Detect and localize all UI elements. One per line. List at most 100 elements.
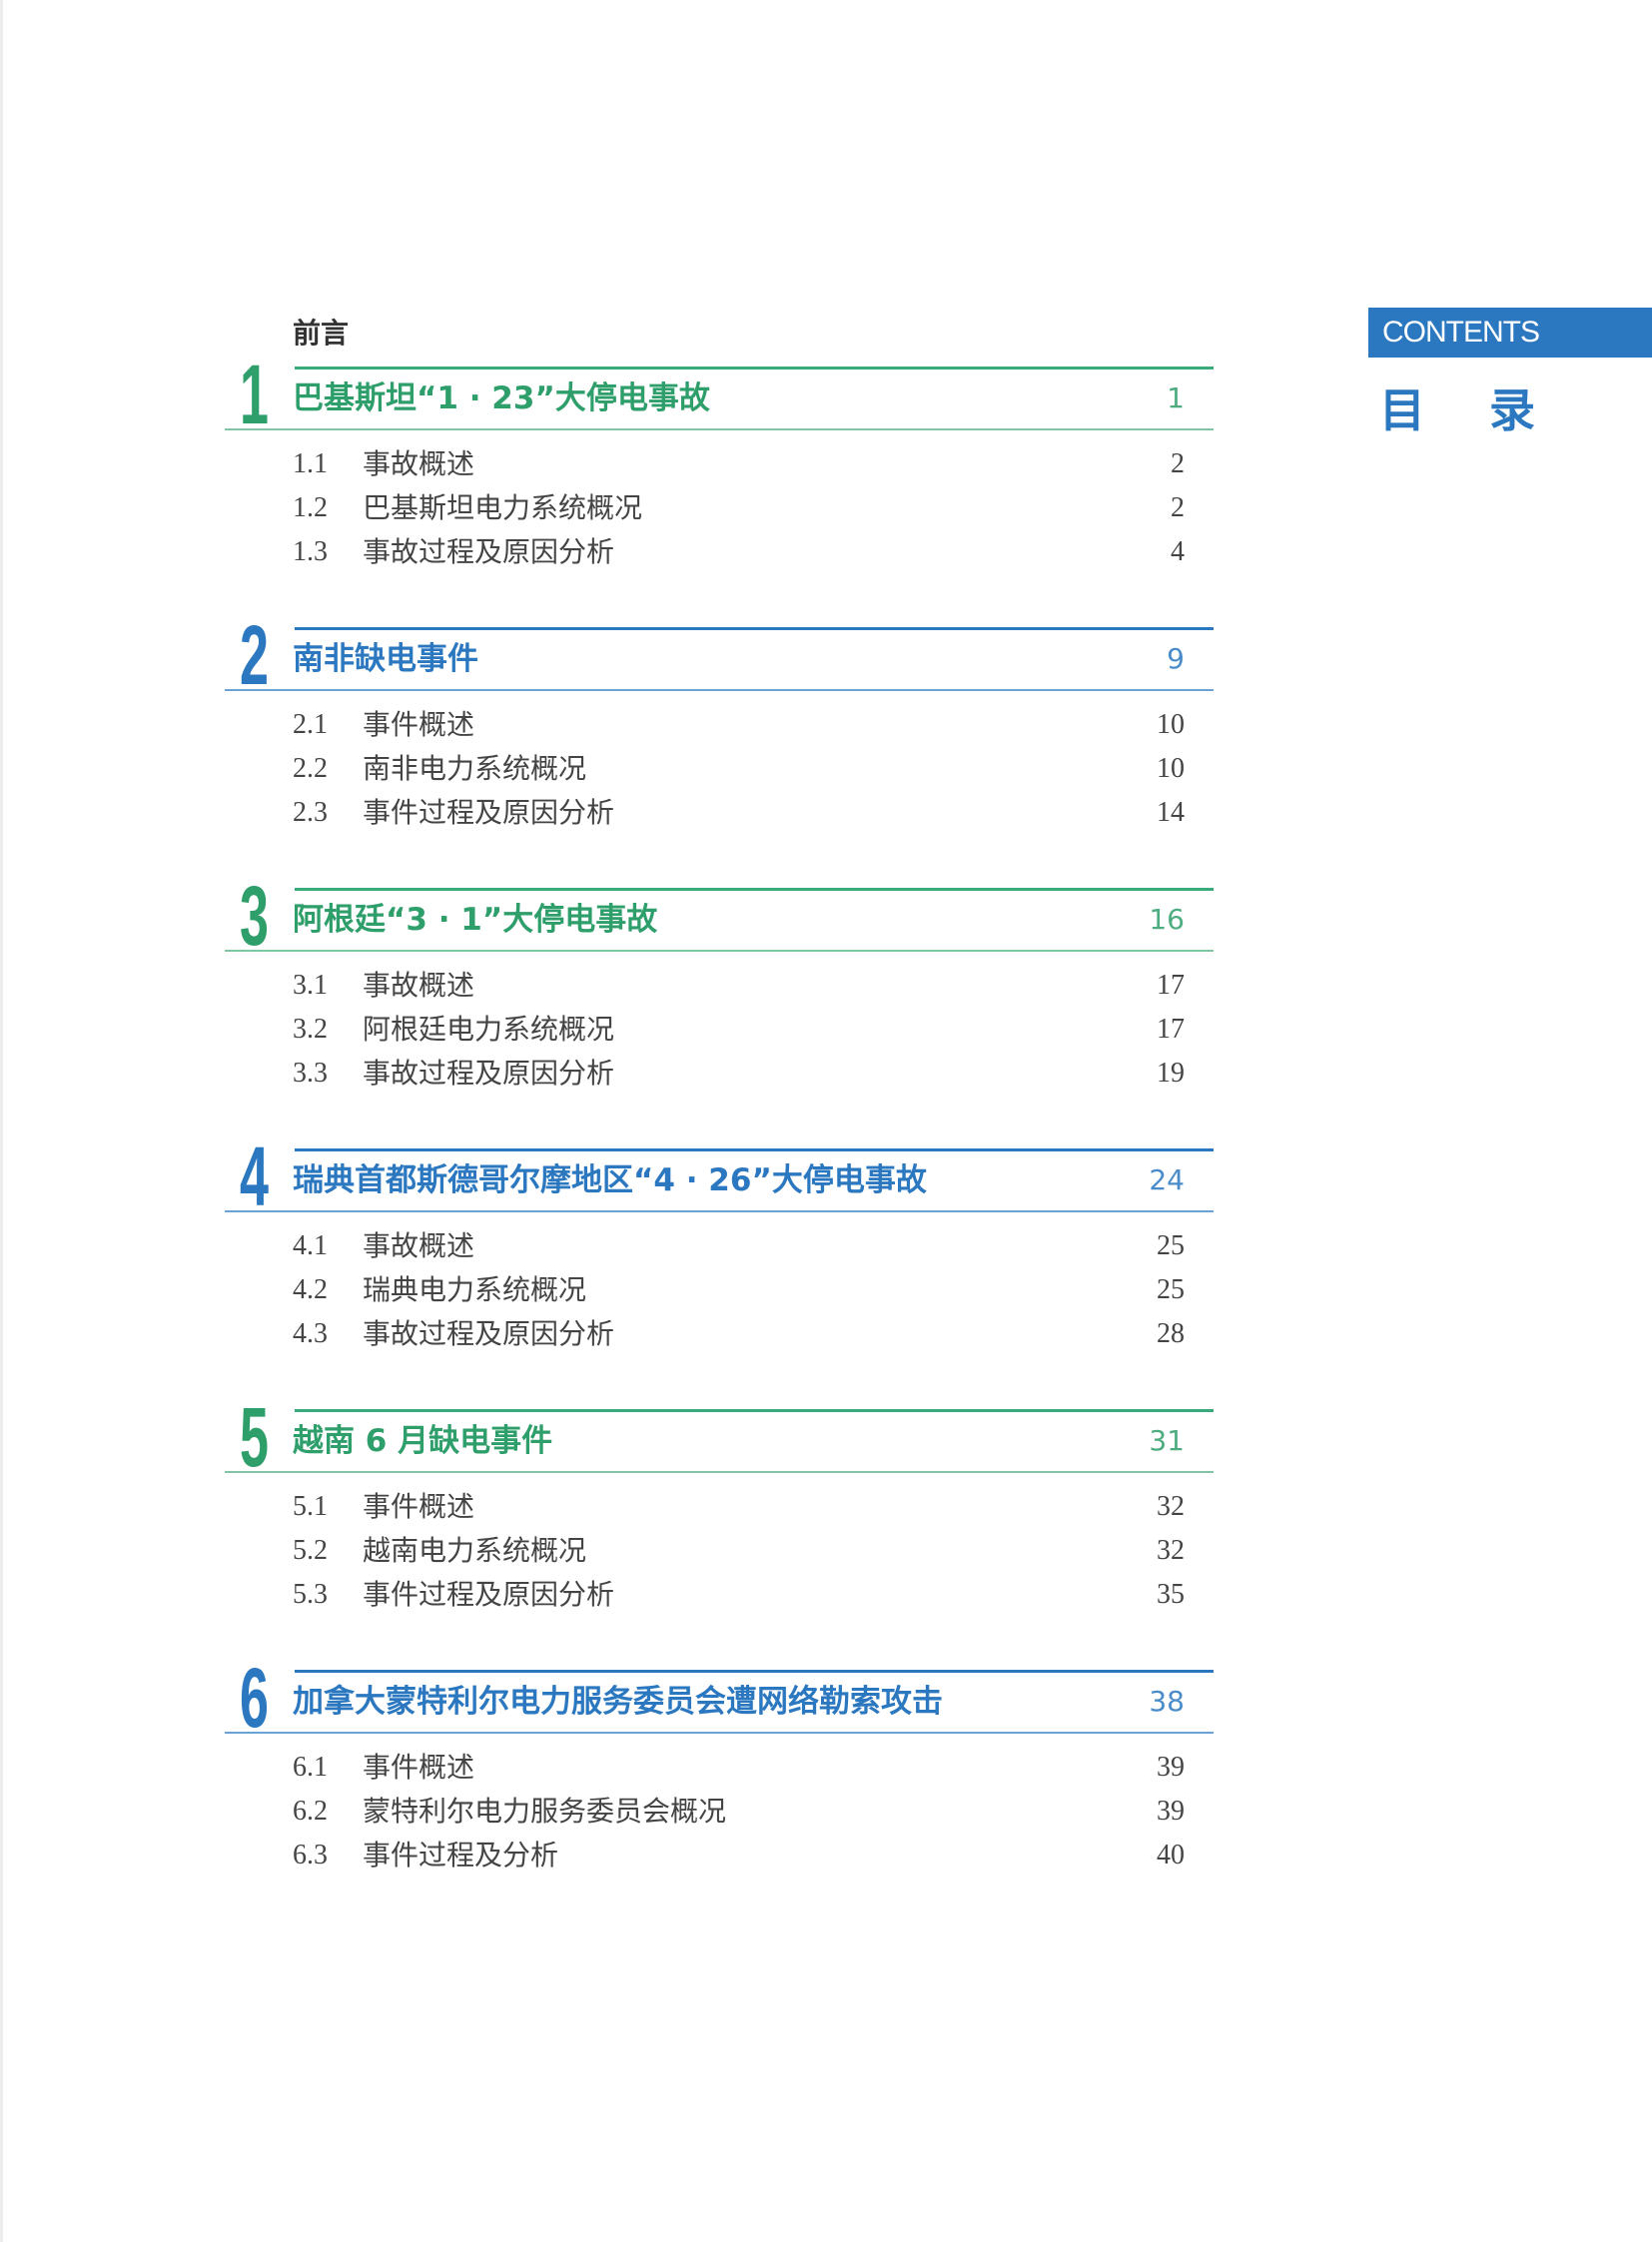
toc-section-6-3[interactable]: 6.3 事件过程及分析 40 <box>0 1836 1239 1879</box>
chapter-page-number: 38 <box>1149 1685 1185 1718</box>
section-number: 5.3 <box>293 1579 328 1610</box>
chapter-top-rule <box>295 1148 1214 1151</box>
section-number: 1.2 <box>293 492 328 523</box>
section-list: 2.1 事件概述 10 2.2 南非电力系统概况 10 2.3 事件过程及原因分析 14 <box>0 705 1239 837</box>
chapter-number: 3 <box>240 869 269 963</box>
section-page-number: 25 <box>1157 1274 1185 1305</box>
chapter-title[interactable]: 巴基斯坦“1 · 23”大停电事故 <box>293 378 710 418</box>
section-number: 3.1 <box>293 970 328 1001</box>
section-title: 事故过程及原因分析 <box>363 535 615 568</box>
toc-section-5-2[interactable]: 5.2 越南电力系统概况 32 <box>0 1531 1239 1575</box>
chapter-top-rule <box>295 1409 1214 1412</box>
toc-section-2-2[interactable]: 2.2 南非电力系统概况 10 <box>0 749 1239 793</box>
chapter-top-rule <box>295 627 1214 630</box>
chapter-number: 5 <box>240 1390 269 1484</box>
section-page-number: 39 <box>1157 1796 1185 1827</box>
section-number: 6.2 <box>293 1796 328 1827</box>
section-title: 蒙特利尔电力服务委员会概况 <box>363 1795 727 1828</box>
section-title: 事件概述 <box>363 1751 475 1784</box>
chapter-number: 2 <box>240 608 269 702</box>
toc-section-1-3[interactable]: 1.3 事故过程及原因分析 4 <box>0 532 1239 576</box>
chapter-page-number: 1 <box>1167 381 1185 414</box>
toc-section-4-1[interactable]: 4.1 事故概述 25 <box>0 1226 1239 1270</box>
section-page-number: 25 <box>1157 1230 1185 1261</box>
section-page-number: 4 <box>1171 536 1185 567</box>
toc-section-5-3[interactable]: 5.3 事件过程及原因分析 35 <box>0 1575 1239 1619</box>
section-page-number: 32 <box>1157 1491 1185 1522</box>
section-list: 6.1 事件概述 39 6.2 蒙特利尔电力服务委员会概况 39 6.3 事件过程及分析 40 <box>0 1748 1239 1879</box>
section-number: 2.2 <box>293 753 328 784</box>
section-title: 事件概述 <box>363 1490 475 1523</box>
chapter-number: 6 <box>240 1651 269 1745</box>
chapter-number: 4 <box>240 1129 269 1223</box>
chapter-bottom-rule <box>225 950 1214 952</box>
chapter-bottom-rule <box>225 689 1214 691</box>
toc-section-6-2[interactable]: 6.2 蒙特利尔电力服务委员会概况 39 <box>0 1792 1239 1836</box>
section-list: 5.1 事件概述 32 5.2 越南电力系统概况 32 5.3 事件过程及原因分析 35 <box>0 1487 1239 1619</box>
chapter-bottom-rule <box>225 1732 1214 1734</box>
section-page-number: 10 <box>1157 753 1185 784</box>
toc-section-1-2[interactable]: 1.2 巴基斯坦电力系统概况 2 <box>0 488 1239 532</box>
toc-section-3-1[interactable]: 3.1 事故概述 17 <box>0 966 1239 1010</box>
chapter-number: 1 <box>240 348 269 441</box>
chapter-page-number: 16 <box>1149 903 1185 936</box>
section-number: 3.3 <box>293 1058 328 1089</box>
section-title: 事故概述 <box>363 1229 475 1262</box>
section-number: 6.3 <box>293 1840 328 1870</box>
page-edge <box>0 0 3 2242</box>
toc-entry-preface[interactable]: 前言 <box>293 312 349 352</box>
section-number: 1.3 <box>293 536 328 567</box>
section-page-number: 17 <box>1157 1014 1185 1045</box>
section-title: 瑞典电力系统概况 <box>363 1273 587 1306</box>
section-title: 越南电力系统概况 <box>363 1534 587 1567</box>
section-page-number: 17 <box>1157 970 1185 1001</box>
toc-section-4-3[interactable]: 4.3 事故过程及原因分析 28 <box>0 1314 1239 1358</box>
section-number: 6.1 <box>293 1752 328 1783</box>
section-title: 阿根廷电力系统概况 <box>363 1013 615 1046</box>
chapter-bottom-rule <box>225 1471 1214 1473</box>
section-title: 巴基斯坦电力系统概况 <box>363 491 643 524</box>
chapter-title[interactable]: 越南 6 月缺电事件 <box>293 1421 552 1461</box>
chapter-title[interactable]: 南非缺电事件 <box>293 639 478 679</box>
section-title: 事件概述 <box>363 708 475 741</box>
section-list: 3.1 事故概述 17 3.2 阿根廷电力系统概况 17 3.3 事故过程及原因分析 19 <box>0 966 1239 1098</box>
section-title: 事故概述 <box>363 969 475 1002</box>
toc-section-1-1[interactable]: 1.1 事故概述 2 <box>0 444 1239 488</box>
section-page-number: 10 <box>1157 709 1185 740</box>
toc-title: 目 录 <box>1379 383 1560 437</box>
toc-section-6-1[interactable]: 6.1 事件概述 39 <box>0 1748 1239 1792</box>
section-page-number: 32 <box>1157 1535 1185 1566</box>
toc-section-3-2[interactable]: 3.2 阿根廷电力系统概况 17 <box>0 1010 1239 1054</box>
section-page-number: 39 <box>1157 1752 1185 1783</box>
section-title: 事故过程及原因分析 <box>363 1057 615 1090</box>
section-page-number: 19 <box>1157 1058 1185 1089</box>
section-number: 1.1 <box>293 448 328 479</box>
chapter-page-number: 31 <box>1149 1424 1185 1457</box>
chapter-title[interactable]: 加拿大蒙特利尔电力服务委员会遭网络勒索攻击 <box>293 1682 943 1722</box>
chapter-top-rule <box>295 888 1214 891</box>
toc-section-3-3[interactable]: 3.3 事故过程及原因分析 19 <box>0 1054 1239 1098</box>
section-number: 2.1 <box>293 709 328 740</box>
toc-section-5-1[interactable]: 5.1 事件概述 32 <box>0 1487 1239 1531</box>
toc-section-2-1[interactable]: 2.1 事件概述 10 <box>0 705 1239 749</box>
chapter-title[interactable]: 阿根廷“3 · 1”大停电事故 <box>293 900 657 940</box>
section-title: 事件过程及原因分析 <box>363 1578 615 1611</box>
toc-section-4-2[interactable]: 4.2 瑞典电力系统概况 25 <box>0 1270 1239 1314</box>
section-number: 3.2 <box>293 1014 328 1045</box>
chapter-title[interactable]: 瑞典首都斯德哥尔摩地区“4 · 26”大停电事故 <box>293 1160 927 1200</box>
chapter-top-rule <box>295 1670 1214 1673</box>
toc-section-2-3[interactable]: 2.3 事件过程及原因分析 14 <box>0 793 1239 837</box>
section-title: 事故过程及原因分析 <box>363 1317 615 1350</box>
chapter-page-number: 9 <box>1167 642 1185 675</box>
section-number: 5.2 <box>293 1535 328 1566</box>
section-page-number: 35 <box>1157 1579 1185 1610</box>
chapter-bottom-rule <box>225 428 1214 430</box>
section-title: 南非电力系统概况 <box>363 752 587 785</box>
section-number: 4.1 <box>293 1230 328 1261</box>
section-number: 5.1 <box>293 1491 328 1522</box>
section-page-number: 28 <box>1157 1318 1185 1349</box>
contents-label: CONTENTS <box>1368 308 1652 358</box>
section-title: 事件过程及原因分析 <box>363 796 615 829</box>
section-list: 1.1 事故概述 2 1.2 巴基斯坦电力系统概况 2 1.3 事故过程及原因分析 4 <box>0 444 1239 576</box>
section-page-number: 2 <box>1171 448 1185 479</box>
